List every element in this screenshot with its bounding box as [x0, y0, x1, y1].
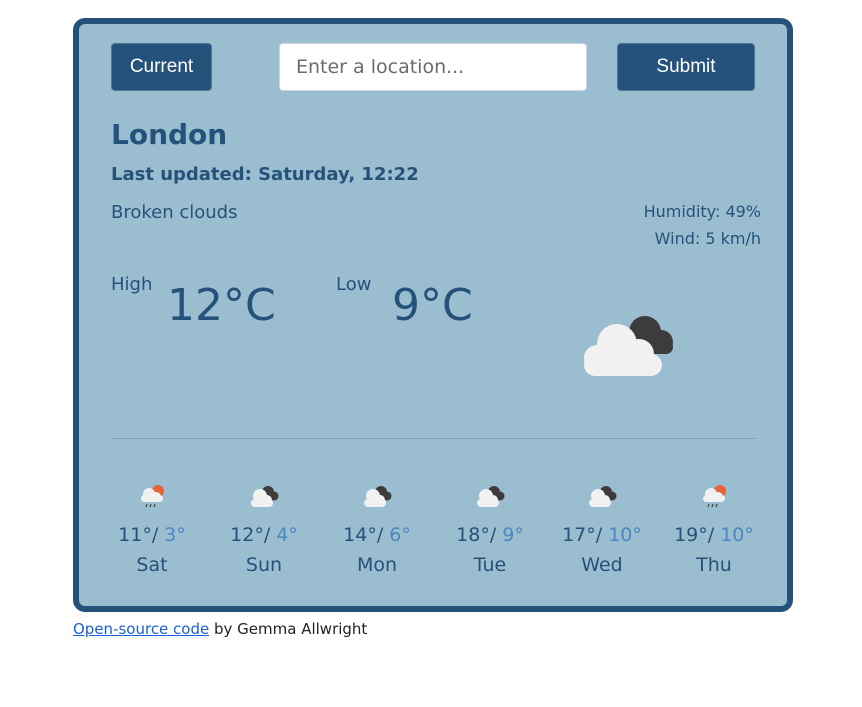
forecast-day-name: Thu — [696, 554, 732, 576]
forecast-day-name: Sat — [136, 554, 168, 576]
forecast-high: 19°/ — [674, 524, 715, 546]
forecast-day-name: Wed — [581, 554, 623, 576]
forecast-low: 10° — [608, 524, 642, 546]
low-label: Low — [336, 274, 372, 295]
open-source-link[interactable]: Open-source code — [73, 620, 209, 638]
forecast-low: 4° — [276, 524, 298, 546]
humidity: Humidity: 49% — [643, 202, 761, 221]
forecast-day: 14°/ 6° Mon — [327, 482, 427, 576]
broken-clouds-icon — [364, 486, 392, 507]
forecast-high: 14°/ — [343, 524, 384, 546]
high-temp: 12°C — [167, 280, 276, 331]
forecast-temps: 11°/ 3° — [102, 524, 202, 546]
forecast-temps: 12°/ 4° — [214, 524, 314, 546]
low-temp: 9°C — [392, 280, 473, 331]
broken-clouds-icon — [477, 486, 505, 507]
forecast-day-name: Mon — [356, 554, 398, 576]
weather-stats: Humidity: 49% Wind: 5 km/h — [644, 198, 761, 252]
forecast-temps: 14°/ 6° — [327, 524, 427, 546]
location-search-input[interactable] — [279, 43, 587, 91]
forecast-day: 18°/ 9° Tue — [440, 482, 540, 576]
divider — [111, 438, 756, 439]
forecast-low: 10° — [720, 524, 754, 546]
current-location-button[interactable]: Current — [111, 43, 212, 91]
wind: Wind: 5 km/h — [654, 229, 761, 248]
city-name: London — [111, 118, 228, 151]
forecast-high: 18°/ — [456, 524, 497, 546]
weather-description: Broken clouds — [111, 202, 238, 223]
forecast-temps: 19°/ 10° — [664, 524, 764, 546]
forecast-high: 11°/ — [118, 524, 159, 546]
forecast-temps: 18°/ 9° — [440, 524, 540, 546]
broken-clouds-icon — [584, 316, 673, 376]
forecast-low: 3° — [164, 524, 186, 546]
forecast-high: 12°/ — [230, 524, 271, 546]
forecast-day: 19°/ 10° Thu — [664, 482, 764, 576]
forecast-low: 6° — [389, 524, 411, 546]
forecast-high: 17°/ — [562, 524, 603, 546]
rain-sun-icon — [703, 485, 726, 508]
rain-sun-icon — [141, 485, 164, 508]
high-label: High — [111, 274, 153, 295]
forecast-temps: 17°/ 10° — [552, 524, 652, 546]
forecast-day: 12°/ 4° Sun — [214, 482, 314, 576]
footer: Open-source code by Gemma Allwright — [73, 620, 367, 638]
last-updated: Last updated: Saturday, 12:22 — [111, 164, 419, 185]
forecast-day: 17°/ 10° Wed — [552, 482, 652, 576]
submit-button[interactable]: Submit — [617, 43, 755, 91]
author-credit: by Gemma Allwright — [209, 620, 368, 638]
forecast-day: 11°/ 3° Sat — [102, 482, 202, 576]
forecast-day-name: Sun — [245, 554, 283, 576]
weather-card: Current Submit London Last updated: Satu… — [73, 18, 793, 612]
forecast-day-name: Tue — [473, 554, 507, 576]
forecast-low: 9° — [502, 524, 524, 546]
forecast-row: 11°/ 3° Sat 12°/ 4° Sun 14°/ 6° Mon 18°/… — [111, 482, 756, 592]
broken-clouds-icon — [251, 486, 279, 507]
broken-clouds-icon — [589, 486, 617, 507]
